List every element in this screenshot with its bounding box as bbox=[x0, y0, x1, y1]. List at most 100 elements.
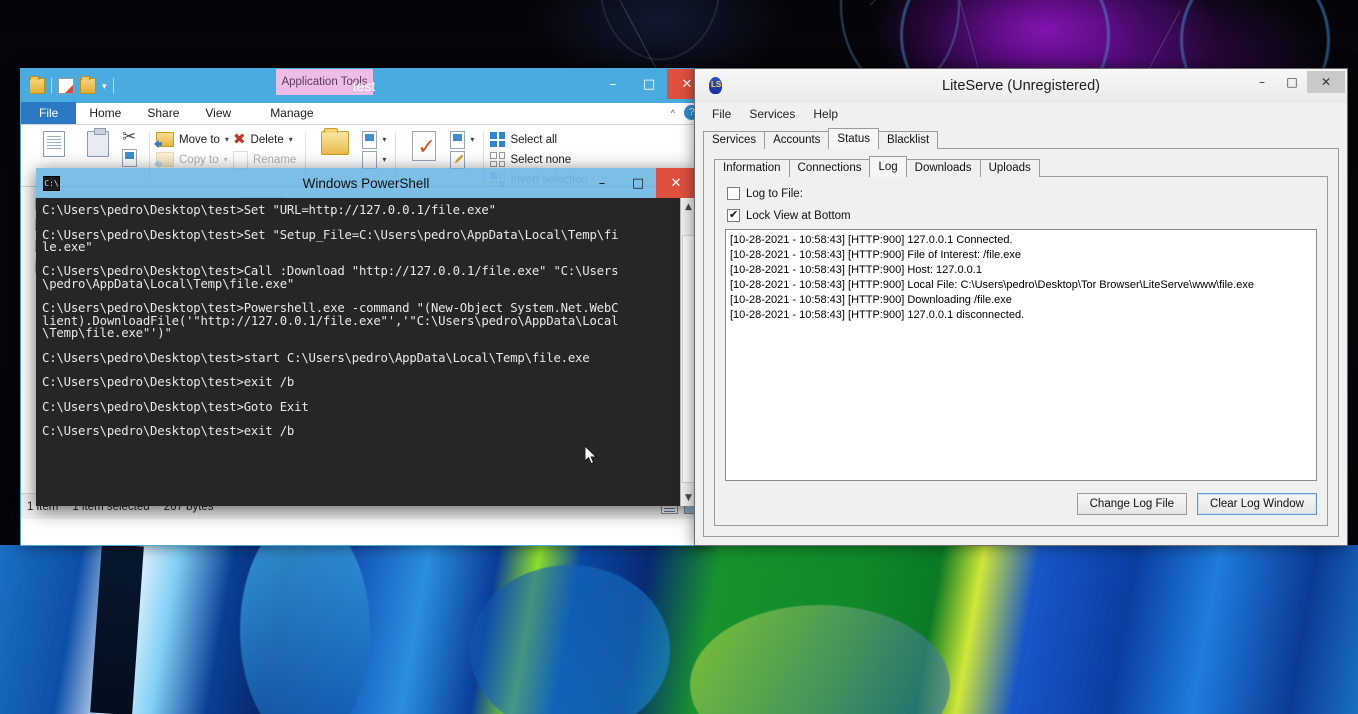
ribbon-tab-home[interactable]: Home bbox=[76, 103, 135, 124]
maximize-button[interactable]: □ bbox=[631, 69, 667, 99]
powershell-line: C:\Users\pedro\Desktop\test>Call :Downlo… bbox=[42, 264, 619, 279]
powershell-title-label: Windows PowerShell bbox=[302, 175, 430, 191]
minimize-button[interactable]: – bbox=[1247, 71, 1277, 93]
copy-button[interactable] bbox=[34, 128, 74, 157]
explorer-titlebar[interactable]: ▾ Application Tools test – □ ✕ bbox=[21, 69, 707, 103]
log-panel: Log to File: Lock View at Bottom [10-28-… bbox=[714, 176, 1328, 526]
lock-view-option[interactable]: Lock View at Bottom bbox=[727, 208, 851, 222]
ribbon-tab-label: View bbox=[205, 106, 232, 120]
select-all-icon bbox=[490, 132, 506, 147]
properties-button[interactable]: ✓ bbox=[402, 129, 446, 161]
open-icon bbox=[450, 130, 466, 149]
ribbon-tab-share[interactable]: Share bbox=[134, 103, 192, 124]
log-actions[interactable]: Change Log File Clear Log Window bbox=[1076, 493, 1317, 515]
powershell-line: C:\Users\pedro\Desktop\test>Set "URL=htt… bbox=[42, 204, 496, 217]
select-none-button[interactable]: Select none bbox=[490, 151, 587, 168]
subtab-log[interactable]: Log bbox=[869, 156, 907, 177]
scissors-icon: ✂ bbox=[122, 126, 137, 147]
quick-access-toolbar[interactable]: ▾ bbox=[21, 76, 114, 94]
contextual-tab-application-tools[interactable]: Application Tools bbox=[276, 69, 373, 95]
ribbon-tab-manage[interactable]: Manage bbox=[244, 103, 339, 124]
tab-label: Status bbox=[837, 133, 871, 145]
tab-accounts[interactable]: Accounts bbox=[764, 131, 830, 149]
menu-item-file[interactable]: File bbox=[703, 105, 740, 123]
ribbon-tabs[interactable]: File Home Share View Manage ^ ? bbox=[21, 102, 707, 125]
tab-services[interactable]: Services bbox=[703, 131, 766, 149]
chevron-down-icon[interactable]: ▾ bbox=[225, 135, 229, 144]
chevron-down-icon[interactable]: ▾ bbox=[470, 135, 474, 144]
log-to-file-option[interactable]: Log to File: bbox=[727, 187, 851, 200]
delete-button[interactable]: ✖ Delete ▾ bbox=[233, 131, 296, 148]
move-to-button[interactable]: Move to ▾ bbox=[156, 131, 229, 148]
log-to-file-checkbox[interactable] bbox=[727, 187, 740, 200]
folder-icon[interactable] bbox=[29, 76, 45, 94]
tab-blacklist[interactable]: Blacklist bbox=[878, 131, 939, 149]
paste-icon bbox=[87, 128, 109, 157]
ribbon-tab-file[interactable]: File bbox=[21, 102, 77, 124]
chevron-down-icon[interactable]: ▾ bbox=[382, 135, 386, 144]
liteserve-window[interactable]: LS LiteServe (Unregistered) – □ ✕ File S… bbox=[694, 68, 1348, 546]
clear-log-window-button[interactable]: Clear Log Window bbox=[1197, 493, 1317, 515]
properties-icon[interactable] bbox=[58, 78, 74, 94]
powershell-window-controls[interactable]: – □ ✕ bbox=[584, 168, 696, 198]
menu-item-help[interactable]: Help bbox=[804, 105, 847, 123]
log-output[interactable]: [10-28-2021 - 10:58:43] [HTTP:900] 127.0… bbox=[725, 229, 1317, 481]
powershell-titlebar[interactable]: C:\ Windows PowerShell – □ ✕ bbox=[36, 168, 696, 198]
select-none-icon bbox=[490, 152, 506, 167]
rename-label: Rename bbox=[252, 153, 297, 166]
liteserve-titlebar[interactable]: LS LiteServe (Unregistered) – □ ✕ bbox=[695, 69, 1347, 103]
liteserve-window-controls[interactable]: – □ ✕ bbox=[1247, 71, 1345, 93]
ribbon-tab-view[interactable]: View bbox=[192, 103, 244, 124]
lock-view-checkbox[interactable] bbox=[727, 208, 740, 222]
copy-icon bbox=[39, 128, 65, 157]
powershell-window[interactable]: C:\ Windows PowerShell – □ ✕ C:\Users\pe… bbox=[36, 168, 696, 506]
easy-access-button[interactable]: ▾ bbox=[362, 150, 386, 169]
maximize-button[interactable]: □ bbox=[1277, 71, 1307, 93]
powershell-line: C:\Users\pedro\Desktop\test>Goto Exit bbox=[42, 399, 309, 414]
subtab-connections[interactable]: Connections bbox=[788, 159, 871, 177]
change-log-file-button[interactable]: Change Log File bbox=[1076, 493, 1188, 515]
tab-label: Downloads bbox=[914, 162, 972, 174]
open-button[interactable]: ▾ bbox=[450, 130, 474, 149]
chevron-down-icon[interactable]: ▾ bbox=[102, 81, 107, 91]
sub-tabstrip[interactable]: Information Connections Log Downloads Up… bbox=[714, 156, 1040, 177]
menu-item-services[interactable]: Services bbox=[740, 105, 804, 123]
new-item-button[interactable]: ▾ bbox=[362, 130, 386, 149]
close-button[interactable]: ✕ bbox=[1307, 71, 1345, 93]
tab-status[interactable]: Status bbox=[828, 128, 880, 149]
ribbon-tab-label: File bbox=[39, 106, 59, 120]
close-button[interactable]: ✕ bbox=[656, 168, 696, 198]
powershell-line bbox=[42, 216, 674, 228]
chevron-down-icon[interactable]: ▾ bbox=[382, 155, 386, 164]
copy-path-button[interactable] bbox=[122, 148, 140, 167]
edit-button[interactable] bbox=[450, 150, 474, 169]
subtab-downloads[interactable]: Downloads bbox=[905, 159, 981, 177]
copy-path-icon bbox=[122, 148, 137, 167]
explorer-window-controls[interactable]: – □ ✕ bbox=[595, 69, 707, 99]
rename-button[interactable]: Rename bbox=[232, 150, 297, 169]
powershell-line: le.exe" bbox=[42, 239, 93, 254]
subtab-information[interactable]: Information bbox=[714, 159, 790, 177]
new-folder-icon[interactable] bbox=[80, 76, 96, 94]
new-folder-button[interactable] bbox=[312, 128, 358, 155]
wallpaper-bottom bbox=[0, 545, 1358, 714]
chevron-down-icon[interactable]: ▾ bbox=[289, 135, 293, 144]
minimize-button[interactable]: – bbox=[584, 168, 620, 198]
select-all-button[interactable]: Select all bbox=[490, 131, 587, 148]
easy-access-icon bbox=[362, 150, 378, 169]
copy-to-button[interactable]: Copy to ▾ bbox=[156, 151, 229, 168]
chevron-down-icon[interactable]: ▾ bbox=[224, 155, 228, 164]
tab-label: Services bbox=[712, 134, 757, 146]
cut-button[interactable]: ✂ bbox=[122, 126, 140, 147]
new-folder-icon bbox=[321, 128, 350, 155]
maximize-button[interactable]: □ bbox=[620, 168, 656, 198]
chevron-up-icon[interactable]: ^ bbox=[671, 108, 675, 118]
minimize-button[interactable]: – bbox=[595, 69, 631, 99]
subtab-uploads[interactable]: Uploads bbox=[979, 159, 1040, 177]
main-tabstrip[interactable]: Services Accounts Status Blacklist bbox=[703, 128, 1339, 149]
powershell-line: \Temp\file.exe"')" bbox=[42, 325, 172, 340]
powershell-console[interactable]: C:\Users\pedro\Desktop\test>Set "URL=htt… bbox=[36, 198, 696, 506]
paste-button[interactable] bbox=[78, 128, 118, 157]
liteserve-menubar[interactable]: File Services Help bbox=[695, 103, 1347, 125]
ribbon-tab-label: Share bbox=[147, 106, 180, 120]
